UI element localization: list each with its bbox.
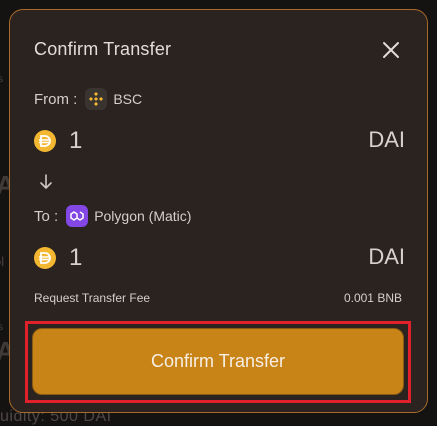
background-fragment: s — [0, 322, 3, 333]
receive-token: DAI — [368, 244, 405, 270]
confirm-transfer-button[interactable]: Confirm Transfer — [32, 328, 404, 395]
arrow-down-icon — [39, 173, 53, 191]
background-fragment: s — [0, 74, 3, 85]
from-chain-name: BSC — [113, 91, 142, 107]
dai-coin-icon — [34, 130, 56, 152]
send-amount-row: 1 DAI — [34, 127, 405, 157]
receive-amount: 1 — [69, 244, 82, 272]
close-icon[interactable] — [380, 39, 402, 61]
to-row: To : Polygon (Matic) — [34, 205, 191, 227]
to-label: To : — [34, 208, 58, 225]
from-row: From : BSC — [34, 88, 142, 110]
modal-title: Confirm Transfer — [34, 39, 171, 60]
send-token: DAI — [368, 127, 405, 153]
to-chain-name: Polygon (Matic) — [94, 208, 191, 224]
from-label: From : — [34, 91, 77, 108]
send-amount: 1 — [69, 127, 82, 155]
bnb-chain-icon — [85, 88, 107, 110]
dai-coin-icon — [34, 247, 56, 269]
receive-amount-row: 1 DAI — [34, 244, 405, 274]
fee-label: Request Transfer Fee — [34, 291, 150, 305]
fee-value: 0.001 BNB — [344, 291, 402, 305]
polygon-icon — [66, 205, 88, 227]
background-fragment: ol — [0, 254, 4, 269]
